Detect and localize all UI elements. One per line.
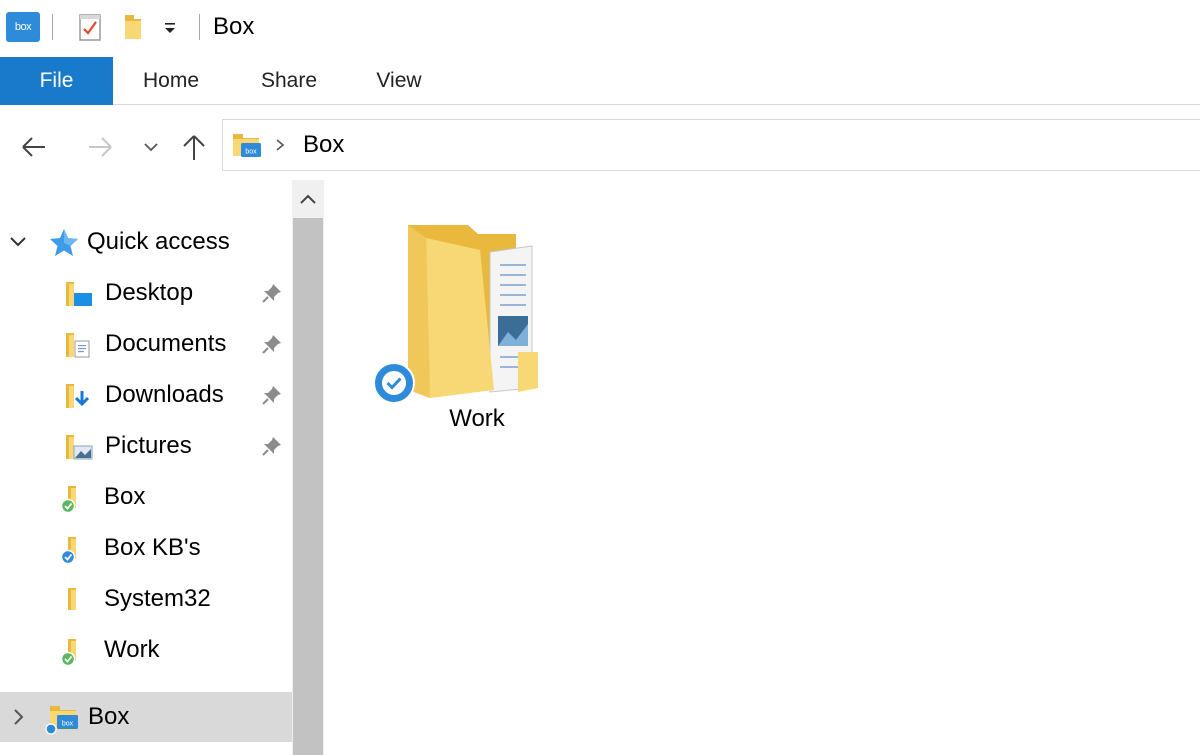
navigation-bar: box Box <box>0 105 1200 180</box>
desktop-folder-icon <box>66 282 92 306</box>
chevron-right-icon[interactable] <box>273 134 287 156</box>
properties-icon[interactable] <box>78 12 102 42</box>
folder-synced-green-icon <box>60 486 76 514</box>
tree-item-label: Box KB's <box>104 534 201 561</box>
tree-item-work[interactable]: Work <box>0 625 292 675</box>
forward-button[interactable] <box>80 127 120 167</box>
folder-synced-green-icon <box>60 639 76 667</box>
back-button[interactable] <box>14 127 54 167</box>
tree-item-label: Downloads <box>105 381 224 408</box>
file-item-label: Work <box>449 405 505 432</box>
arrow-right-icon <box>89 137 112 157</box>
folder-synced-blue-icon <box>60 537 76 565</box>
up-button[interactable] <box>174 127 214 167</box>
recent-locations-button[interactable] <box>138 127 164 167</box>
tab-home[interactable]: Home <box>128 57 214 105</box>
scroll-up-button[interactable] <box>292 180 324 218</box>
folder-icon <box>68 588 76 610</box>
window-title: Box <box>213 13 255 40</box>
tree-item-box-root[interactable]: box Box <box>0 692 292 742</box>
tree-item-label: Box <box>88 703 130 730</box>
tree-item-label: Box <box>104 483 146 510</box>
title-bar: box Box <box>0 0 1200 54</box>
qat-separator <box>199 14 200 40</box>
new-folder-icon[interactable] <box>122 13 144 41</box>
pin-icon[interactable] <box>260 332 284 356</box>
chevron-up-icon <box>300 194 316 204</box>
tree-item-label: Documents <box>105 330 227 357</box>
documents-folder-icon <box>66 333 90 358</box>
address-bar[interactable]: box Box <box>222 119 1200 171</box>
tree-item-label: Quick access <box>87 228 230 255</box>
arrow-left-icon <box>22 137 45 157</box>
pictures-folder-icon <box>66 435 93 460</box>
tree-item-box-kbs[interactable]: Box KB's <box>0 523 292 573</box>
scroll-thumb[interactable] <box>293 218 323 755</box>
tab-view[interactable]: View <box>365 57 433 105</box>
box-folder-icon: box <box>45 706 78 735</box>
qat-separator <box>52 14 53 40</box>
pin-icon[interactable] <box>260 434 284 458</box>
large-folder-icon <box>408 225 538 398</box>
tree-item-box[interactable]: Box <box>0 472 292 522</box>
address-path-segment[interactable]: Box <box>303 129 344 161</box>
tab-share[interactable]: Share <box>250 57 328 105</box>
downloads-folder-icon <box>66 384 90 408</box>
tree-item-label: Pictures <box>105 432 192 459</box>
navigation-pane: Quick access Desktop Documents Downloads… <box>0 180 292 755</box>
tree-item-system32[interactable]: System32 <box>0 574 292 624</box>
arrow-up-icon <box>183 135 205 160</box>
tree-item-documents[interactable]: Documents <box>0 319 292 369</box>
file-list[interactable]: Work <box>328 180 1200 755</box>
star-icon <box>50 229 78 256</box>
file-item[interactable]: Work <box>368 215 588 445</box>
tree-item-label: Desktop <box>105 279 194 306</box>
ribbon-tabs: File Home Share View <box>0 57 1200 105</box>
svg-text:box: box <box>62 721 74 728</box>
tree-item-pictures[interactable]: Pictures <box>0 421 292 471</box>
navigation-pane-scrollbar[interactable] <box>292 180 324 755</box>
svg-text:box: box <box>245 149 257 156</box>
pin-icon[interactable] <box>260 281 284 305</box>
chevron-down-icon[interactable] <box>8 232 28 252</box>
chevron-right-icon[interactable] <box>8 707 28 727</box>
pin-icon[interactable] <box>260 383 284 407</box>
tree-item-quick-access[interactable]: Quick access <box>0 217 292 267</box>
chevron-down-icon <box>144 143 158 152</box>
tree-item-downloads[interactable]: Downloads <box>0 370 292 420</box>
synced-check-icon <box>373 362 415 404</box>
customize-qat-dropdown-icon[interactable] <box>162 18 178 38</box>
tree-item-label: System32 <box>104 585 211 612</box>
tree-item-desktop[interactable]: Desktop <box>0 268 292 318</box>
box-folder-icon: box <box>233 134 261 157</box>
tree-item-label: Work <box>104 636 160 663</box>
box-app-icon[interactable]: box <box>6 12 40 42</box>
tab-file[interactable]: File <box>0 57 113 105</box>
